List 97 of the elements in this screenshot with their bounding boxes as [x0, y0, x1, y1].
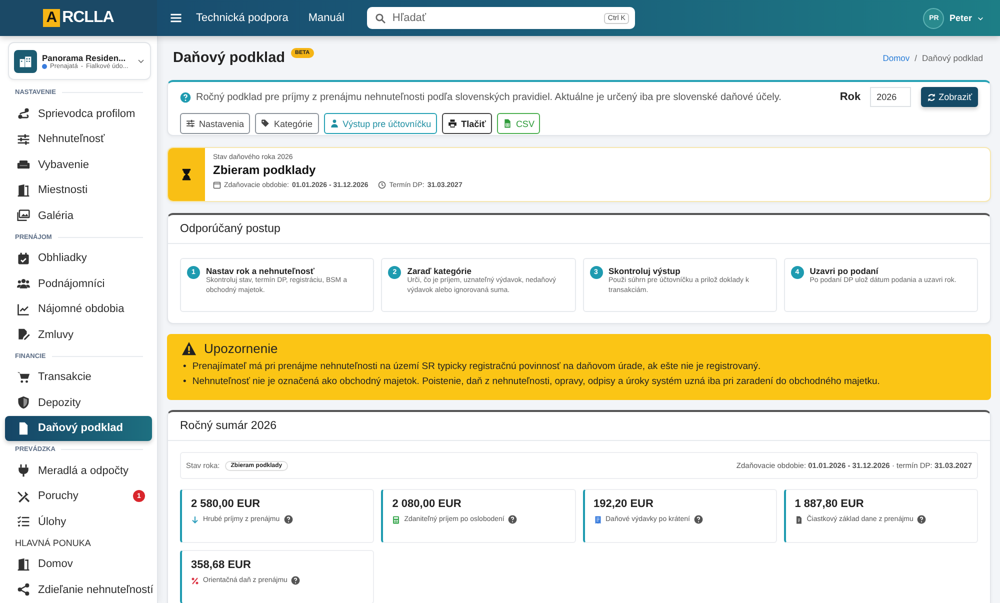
sidebar-item[interactable]: Podnájomníci: [0, 271, 157, 296]
card-title: Ročný sumár 2026: [180, 420, 277, 432]
section-label: HLAVNÁ PONUKA: [15, 538, 91, 548]
chart-line-icon: [17, 302, 30, 316]
alert-title: Upozornenie: [204, 341, 278, 356]
toolbar-button[interactable]: Tlačiť: [442, 113, 492, 134]
metric-value: 2 080,00 EUR: [392, 498, 462, 510]
sidebar-item[interactable]: Zdieľanie nehnuteľností: [0, 577, 157, 602]
spreadsheet-icon: [502, 119, 512, 128]
hourglass-icon: [180, 168, 193, 181]
help-icon: [291, 576, 300, 585]
printer-icon: [448, 119, 458, 128]
help-icon: [694, 515, 703, 524]
sidebar-item[interactable]: Zmluvy: [0, 322, 157, 348]
property-name: Panorama Residen...: [42, 52, 126, 62]
toolbar-button[interactable]: Kategórie: [255, 113, 319, 134]
step-title: Nastav rok a nehnuteľnosť: [206, 266, 316, 276]
metric-value: 358,68 EUR: [191, 559, 252, 571]
info-text: Ročný podklad pre príjmy z prenájmu nehnuteľnosti podľa slovenských pravidiel. Aktuálne je určený iba pre slovenské daňové účely.: [196, 92, 782, 102]
step-title: Skontroluj výstup: [608, 266, 682, 276]
nav-link[interactable]: Manuál: [308, 12, 344, 24]
sidebar-item[interactable]: Úlohy: [0, 509, 157, 534]
toolbar-button[interactable]: Nastavenia: [180, 113, 250, 134]
step-title: Uzavri po podaní: [810, 266, 880, 276]
breadcrumb-separator: /: [914, 53, 918, 63]
sidebar-item[interactable]: Sprievodca profilom: [0, 101, 157, 126]
bullet: •: [183, 375, 186, 389]
arrow-down-icon: [191, 516, 199, 524]
plug-icon: [17, 464, 30, 478]
help-icon: [180, 92, 191, 102]
search-icon: [375, 12, 386, 24]
calculator-icon: [392, 516, 400, 524]
refresh-icon: [926, 92, 936, 102]
alert-text: Prenajímateľ má pri prenájme nehnuteľnosti na území SR typicky registračnú povinnosť na daňovom úrade, ak ešte nie je registrovaný.: [192, 360, 761, 374]
sliders-icon: [17, 132, 30, 146]
year-field[interactable]: 2026: [870, 87, 911, 107]
logo-text: RCLLA: [62, 9, 114, 27]
metric-value: 1 887,80 EUR: [794, 498, 865, 510]
warning-icon: [181, 341, 197, 356]
tags-icon: [261, 119, 270, 128]
status-dot: [42, 64, 47, 68]
year-label: Rok: [840, 91, 861, 103]
sofa-icon: [17, 158, 30, 172]
sidebar-item[interactable]: Domov: [0, 552, 157, 577]
file-icon: [17, 422, 30, 435]
step-title: Zaraď kategórie: [407, 266, 472, 276]
toolbar-button[interactable]: CSV: [496, 113, 540, 134]
sidebar-item[interactable]: Depozity: [0, 390, 157, 416]
bullet: •: [183, 360, 186, 374]
show-button[interactable]: Zobraziť: [920, 87, 978, 107]
clock-icon: [378, 181, 386, 189]
help-icon: [508, 515, 518, 524]
card-title: Odporúčaný postup: [180, 223, 280, 235]
toolbar-button[interactable]: Výstup pre účtovníčku: [324, 113, 438, 134]
metric-value: 2 580,00 EUR: [191, 498, 262, 510]
breadcrumb-link[interactable]: Domov: [882, 53, 910, 63]
sidebar-item[interactable]: Galéria: [0, 203, 157, 228]
door-icon: [17, 184, 30, 197]
shield-icon: [17, 396, 30, 410]
sidebar-item[interactable]: Nájomné obdobia: [0, 296, 157, 322]
nav-link[interactable]: Technická podpora: [196, 12, 288, 24]
menu-icon: [170, 12, 182, 24]
receipt-icon: [594, 516, 602, 524]
sidebar-item[interactable]: Vybavenie: [0, 152, 157, 178]
route-icon: [17, 107, 30, 120]
logo[interactable]: A RCLLA: [0, 0, 157, 36]
document-pen-icon: [17, 328, 30, 342]
chevron-down-icon: [137, 57, 145, 65]
images-icon: [17, 209, 30, 222]
help-icon: [284, 515, 293, 524]
logo-mark: A: [43, 9, 60, 27]
cart-icon: [17, 370, 30, 384]
file-icon: [794, 516, 803, 524]
calendar-check-icon: [17, 252, 30, 265]
status-title: Zbieram podklady: [213, 163, 317, 177]
task-list-icon: [17, 515, 30, 528]
chevron-down-icon: [977, 14, 984, 22]
sidebar-item[interactable]: Transakcie: [0, 364, 157, 390]
page-title: Daňový podklad: [173, 50, 285, 66]
tools-icon: [17, 490, 30, 503]
sidebar-item[interactable]: Miestnosti: [0, 178, 157, 203]
door-icon: [17, 558, 30, 571]
sidebar-item[interactable]: Obhliadky: [0, 246, 157, 271]
sidebar-item[interactable]: Daňový podklad: [5, 416, 152, 441]
user-tie-icon: [330, 119, 339, 128]
metric-value: 192,20 EUR: [594, 498, 654, 510]
sliders-icon: [186, 119, 195, 128]
help-icon: [917, 515, 926, 524]
sidebar-item[interactable]: Nehnuteľnosť: [0, 126, 157, 152]
share-icon: [17, 583, 30, 596]
users-icon: [17, 277, 30, 290]
percent-icon: [191, 576, 199, 584]
sidebar-item[interactable]: Meradlá a odpočty: [0, 458, 157, 484]
breadcrumb-current: Daňový podklad: [922, 53, 983, 63]
calendar-icon: [213, 181, 221, 189]
building-icon: [19, 54, 32, 68]
alert-text: Nehnuteľnosť nie je označená ako obchodný majetok. Poistenie, daň z nehnuteľnosti, opravy, odpisy a úroky systém uzná iba pri zaradení do obchodného majetku.: [192, 375, 880, 389]
